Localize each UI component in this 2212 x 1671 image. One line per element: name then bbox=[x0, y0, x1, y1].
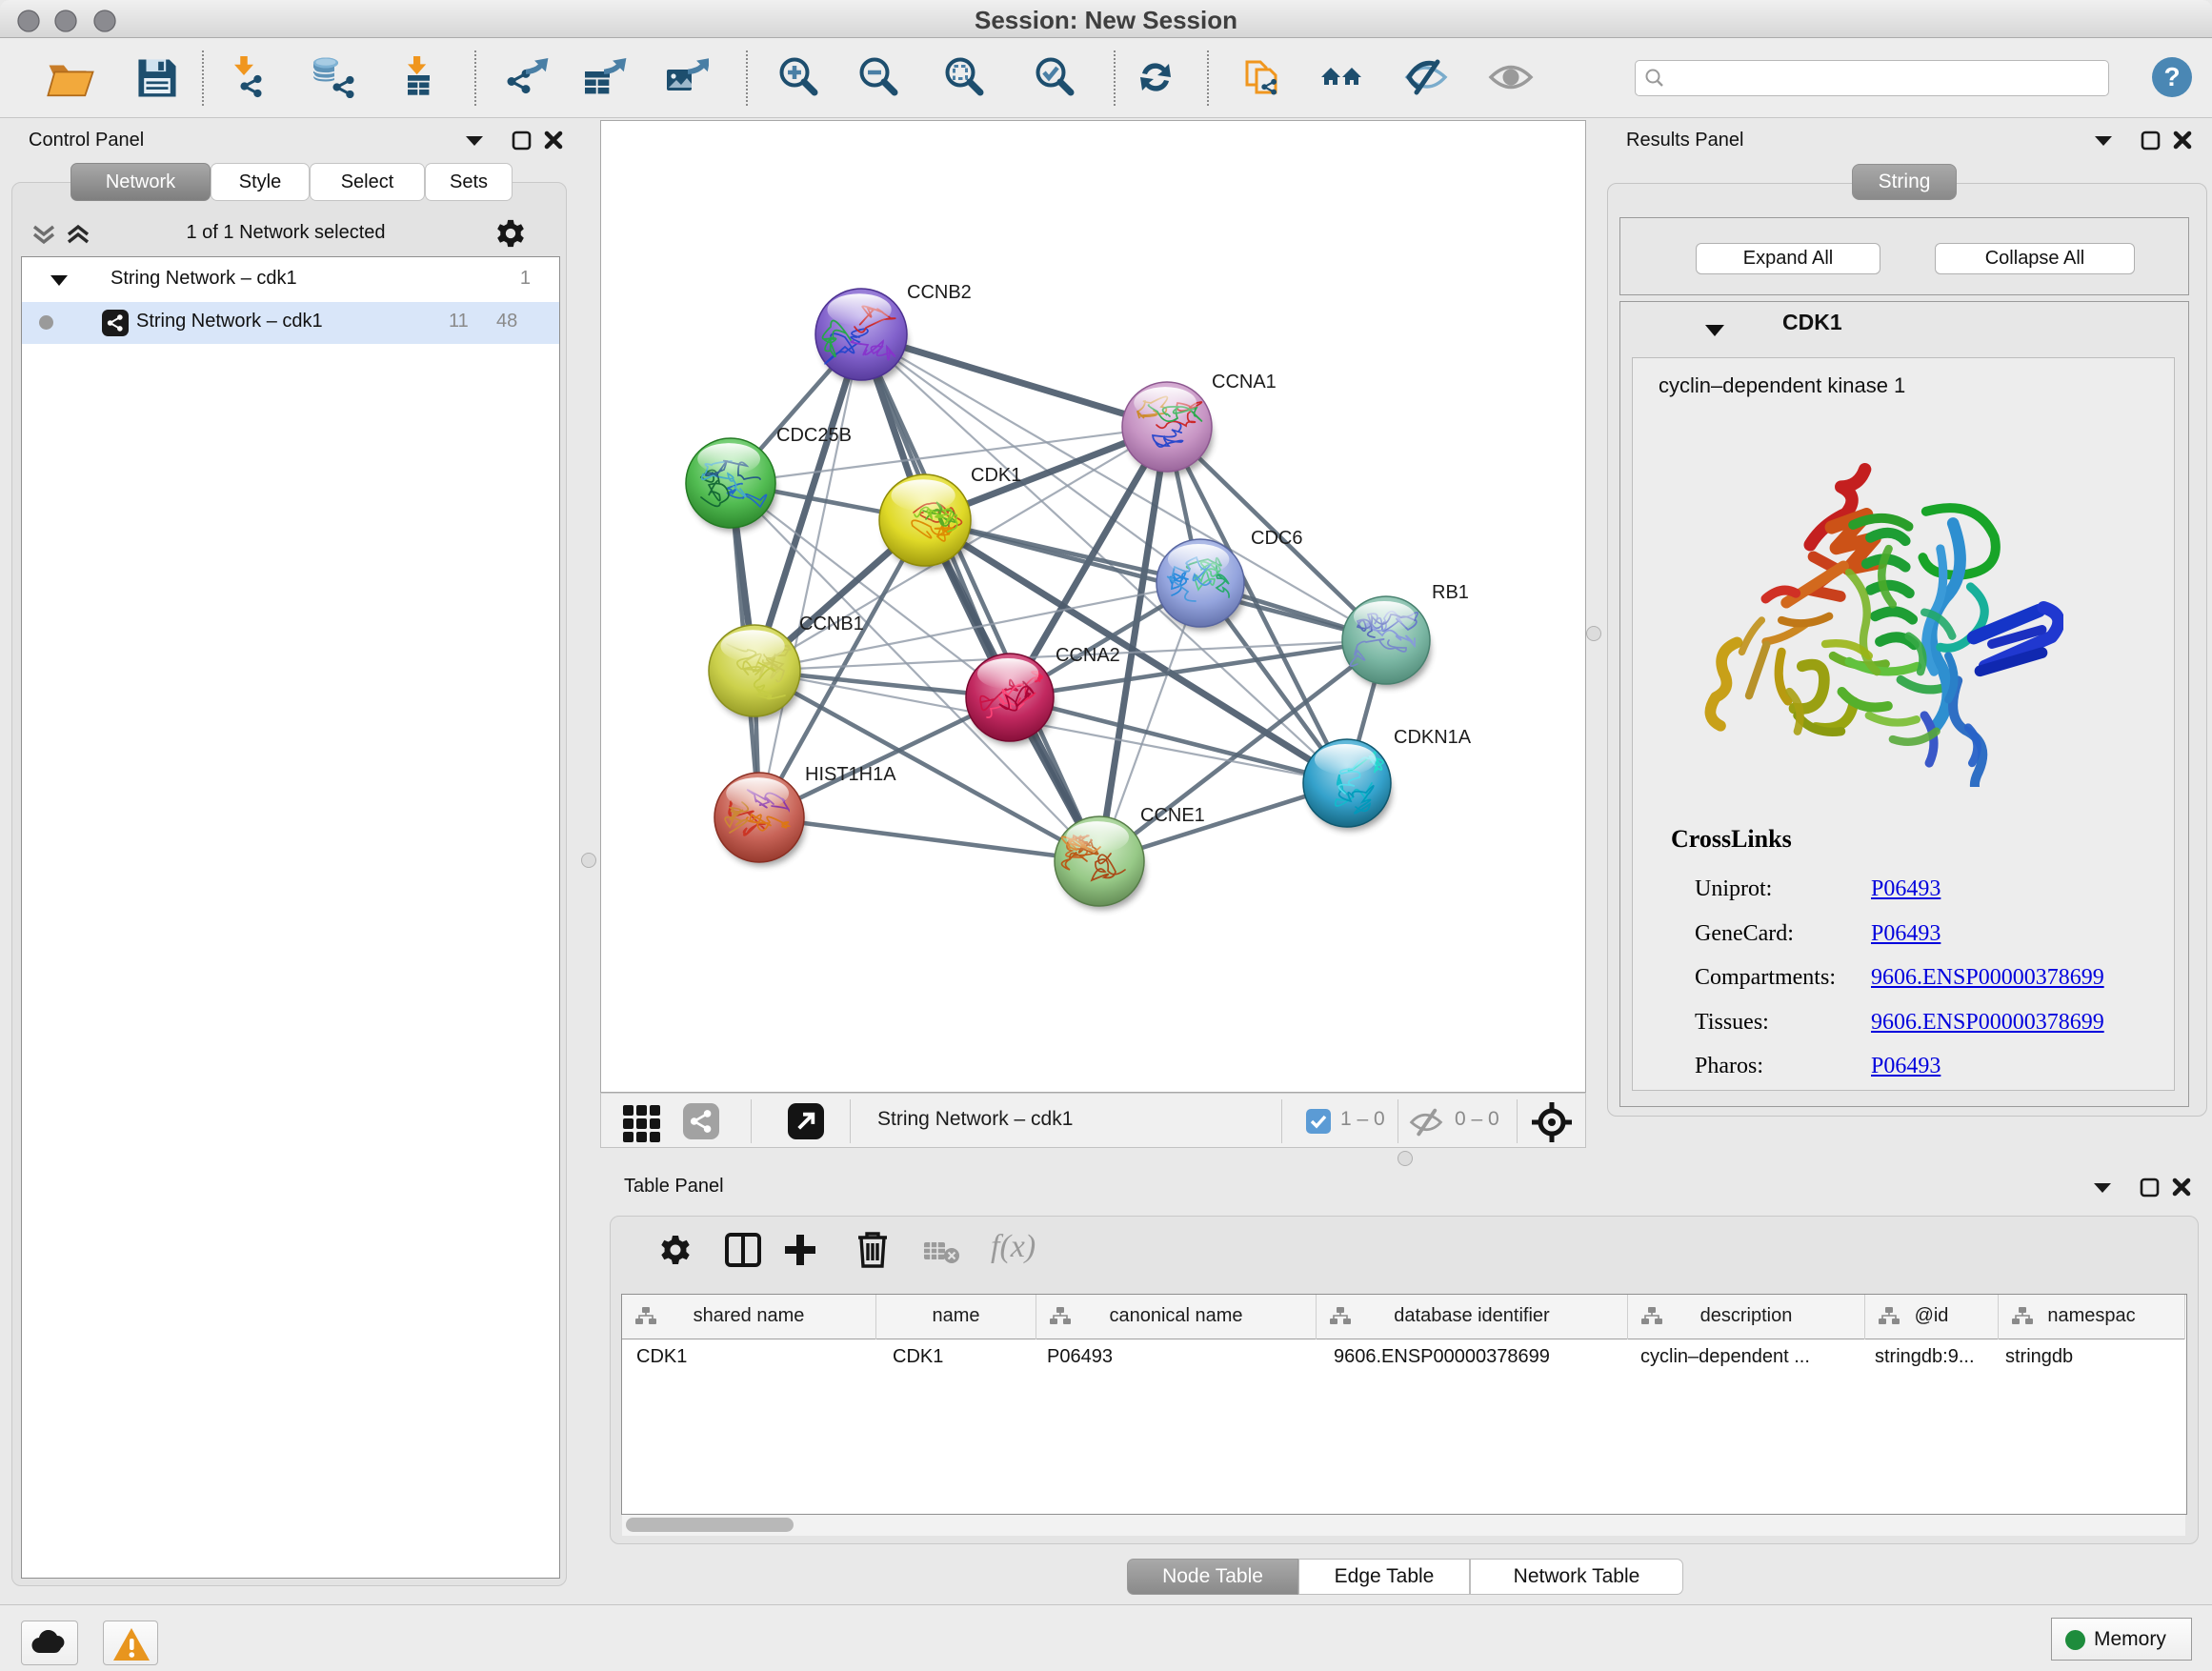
svg-text:HIST1H1A: HIST1H1A bbox=[805, 764, 896, 785]
svg-text:CCNB1: CCNB1 bbox=[799, 614, 864, 634]
svg-text:CDK1: CDK1 bbox=[971, 465, 1021, 486]
svg-text:CDC25B: CDC25B bbox=[776, 425, 852, 446]
svg-text:RB1: RB1 bbox=[1432, 582, 1469, 603]
svg-text:CDC6: CDC6 bbox=[1251, 528, 1302, 549]
svg-text:CDKN1A: CDKN1A bbox=[1394, 727, 1472, 748]
svg-text:CCNB2: CCNB2 bbox=[907, 282, 972, 303]
svg-text:CCNE1: CCNE1 bbox=[1140, 805, 1205, 826]
svg-text:CCNA2: CCNA2 bbox=[1056, 645, 1120, 666]
svg-text:CCNA1: CCNA1 bbox=[1212, 372, 1277, 393]
svg-text:?: ? bbox=[2163, 62, 2180, 91]
